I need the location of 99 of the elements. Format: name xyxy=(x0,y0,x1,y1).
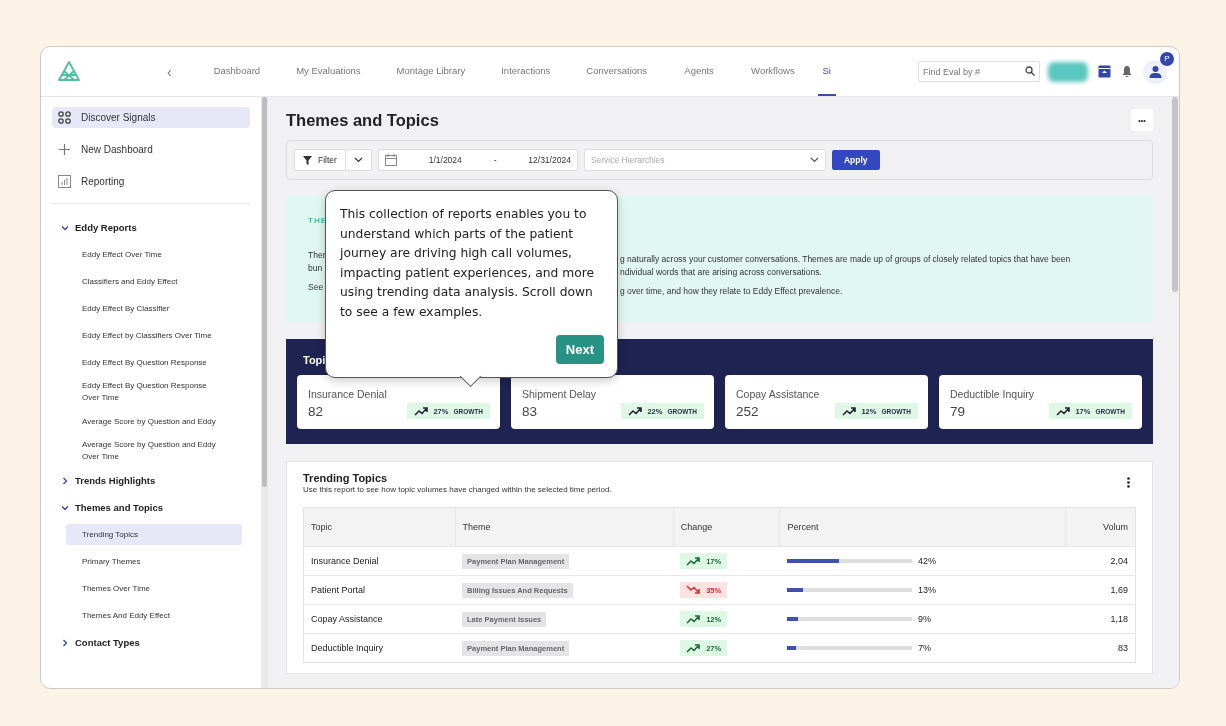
sidebar-item[interactable]: Eddy Effect By Question Response xyxy=(66,349,242,376)
topic-count: 79 xyxy=(950,404,967,419)
nav-tab[interactable]: Interactions xyxy=(488,47,564,96)
logo-icon xyxy=(57,59,81,84)
chevron-icon xyxy=(61,638,69,647)
nav-tab[interactable]: Workflows xyxy=(738,47,808,96)
topic-name: Copay Assistance xyxy=(736,388,820,400)
column-header: Volum xyxy=(1065,507,1136,547)
trend-up-icon xyxy=(686,556,701,566)
archive-icon[interactable] xyxy=(1098,65,1111,78)
chevron-icon xyxy=(61,476,69,485)
table-cell: Patient Portal xyxy=(303,575,456,605)
calendar-icon xyxy=(384,154,397,166)
chevron-down-icon xyxy=(809,157,819,163)
sidebar-section[interactable]: Themes and Topics xyxy=(52,494,172,521)
topic-name: Shipment Delay xyxy=(522,388,597,400)
table-cell: 83 xyxy=(1065,633,1136,663)
card-title: Trending Topics xyxy=(303,472,389,484)
column-header: Percent xyxy=(780,507,1066,547)
table-cell: 1,69 xyxy=(1065,575,1136,605)
date-range-field[interactable]: 1/1/2024 - 12/31/2024 xyxy=(377,149,578,171)
trend-down-icon xyxy=(686,585,701,595)
sidebar-item[interactable]: Reporting xyxy=(52,171,250,192)
nav-tab[interactable]: Agents xyxy=(670,47,729,96)
plus-icon xyxy=(58,143,71,156)
trend-up-icon xyxy=(628,406,643,416)
table-cell: 1,18 xyxy=(1065,604,1136,634)
nav-tab[interactable]: Dashboard xyxy=(200,47,274,96)
date-separator: - xyxy=(493,155,497,165)
back-button[interactable]: ‹ xyxy=(159,63,180,80)
sidebar-item[interactable]: Eddy Effect By Question Response Over Time xyxy=(66,376,242,408)
table-cell: 2,04 xyxy=(1065,546,1136,576)
info-text: bun xyxy=(308,262,323,275)
table-cell: Deductible Inquiry xyxy=(303,633,456,663)
trend-up-icon xyxy=(686,614,701,624)
topic-count: 252 xyxy=(736,404,760,419)
topic-name: Insurance Denial xyxy=(308,388,387,400)
sidebar-item[interactable]: Discover Signals xyxy=(52,107,250,128)
table-cell: Copay Assistance xyxy=(303,604,456,634)
topic-name: Deductible Inquiry xyxy=(950,388,1035,400)
nav-tab[interactable]: Montage Library xyxy=(383,47,479,96)
nav-tab[interactable]: My Evaluations xyxy=(283,47,374,96)
card-subtitle: Use this report to see how topic volumes have changed within the selected time period. xyxy=(303,485,612,494)
info-text: See xyxy=(308,281,324,294)
sidebar-item[interactable]: Themes And Eddy Effect xyxy=(66,602,242,629)
chevron-icon xyxy=(61,503,69,512)
info-text: g over time, and how they relate to Eddy Effect prevalence. xyxy=(620,285,844,298)
info-text: ndividual words that are arising across conversations. xyxy=(620,266,823,279)
user-avatar[interactable] xyxy=(1143,59,1167,84)
date-from: 1/1/2024 xyxy=(428,155,462,165)
info-title: THE xyxy=(308,216,327,225)
blurred-badge xyxy=(1048,61,1088,82)
sidebar-item[interactable]: Average Score by Question and Eddy xyxy=(66,408,242,435)
percent-text: 9% xyxy=(918,614,931,624)
chart-icon xyxy=(58,175,71,188)
table-cell: Insurance Denial xyxy=(303,546,456,576)
sidebar-item[interactable]: Eddy Effect Over Time xyxy=(66,241,242,268)
bell-icon[interactable] xyxy=(1121,65,1133,78)
trend-up-icon xyxy=(414,406,429,416)
sidebar-item[interactable]: New Dashboard xyxy=(52,139,250,160)
sidebar-item[interactable]: Average Score by Question and Eddy Over Time xyxy=(66,435,242,467)
filter-icon xyxy=(303,155,312,165)
trend-up-icon xyxy=(686,643,701,653)
next-button[interactable]: Next xyxy=(555,335,604,364)
panel-title: Topi xyxy=(303,354,326,366)
sidebar-section[interactable]: Eddy Reports xyxy=(52,214,146,241)
person-icon xyxy=(1148,65,1162,78)
tooltip-text: This collection of reports enables you to understand which parts of the patient journey are driving high call volumes, impacting patient experiences, and more using trending data analysis. Scroll down to see a few examples. xyxy=(340,206,596,321)
sidebar-item[interactable]: Classifiers and Eddy Effect xyxy=(66,268,242,295)
chevron-down-icon xyxy=(353,157,363,163)
sidebar-item[interactable]: Eddy Effect By Classifier xyxy=(66,295,242,322)
trend-up-icon xyxy=(842,406,857,416)
filter-button[interactable]: Filter xyxy=(294,149,346,171)
percent-text: 13% xyxy=(918,585,936,595)
search-icon xyxy=(1025,66,1035,76)
topic-count: 82 xyxy=(308,404,325,419)
grid-icon xyxy=(58,111,71,124)
info-text: Ther xyxy=(308,249,326,262)
column-header: Change xyxy=(673,507,780,547)
chevron-icon xyxy=(61,223,69,232)
topic-count: 83 xyxy=(522,404,539,419)
column-header: Theme xyxy=(455,507,674,547)
page-title: Themes and Topics xyxy=(286,110,439,130)
sidebar-item[interactable]: Primary Themes xyxy=(66,548,242,575)
trend-up-icon xyxy=(1056,406,1071,416)
date-to: 12/31/2024 xyxy=(528,155,571,165)
sidebar-section[interactable]: Contact Types xyxy=(52,629,149,656)
info-text: g naturally across your customer conversations. Themes are made up of groups of closely related topics that have been xyxy=(620,253,1072,266)
nav-tab[interactable]: Conversations xyxy=(573,47,661,96)
avatar-badge: P xyxy=(1160,51,1174,66)
percent-text: 42% xyxy=(918,556,936,566)
sidebar-section[interactable]: Trends Highlights xyxy=(52,467,165,494)
search-field[interactable]: Find Eval by # xyxy=(918,61,1040,82)
sidebar-item[interactable]: Eddy Effect by Classifiers Over Time xyxy=(66,322,242,349)
apply-button[interactable]: Apply xyxy=(831,150,880,170)
sidebar-item[interactable]: Themes Over Time xyxy=(66,575,242,602)
column-header: Topic xyxy=(303,507,456,547)
sidebar-item[interactable]: Trending Topics xyxy=(66,524,242,545)
percent-text: 7% xyxy=(918,643,931,653)
